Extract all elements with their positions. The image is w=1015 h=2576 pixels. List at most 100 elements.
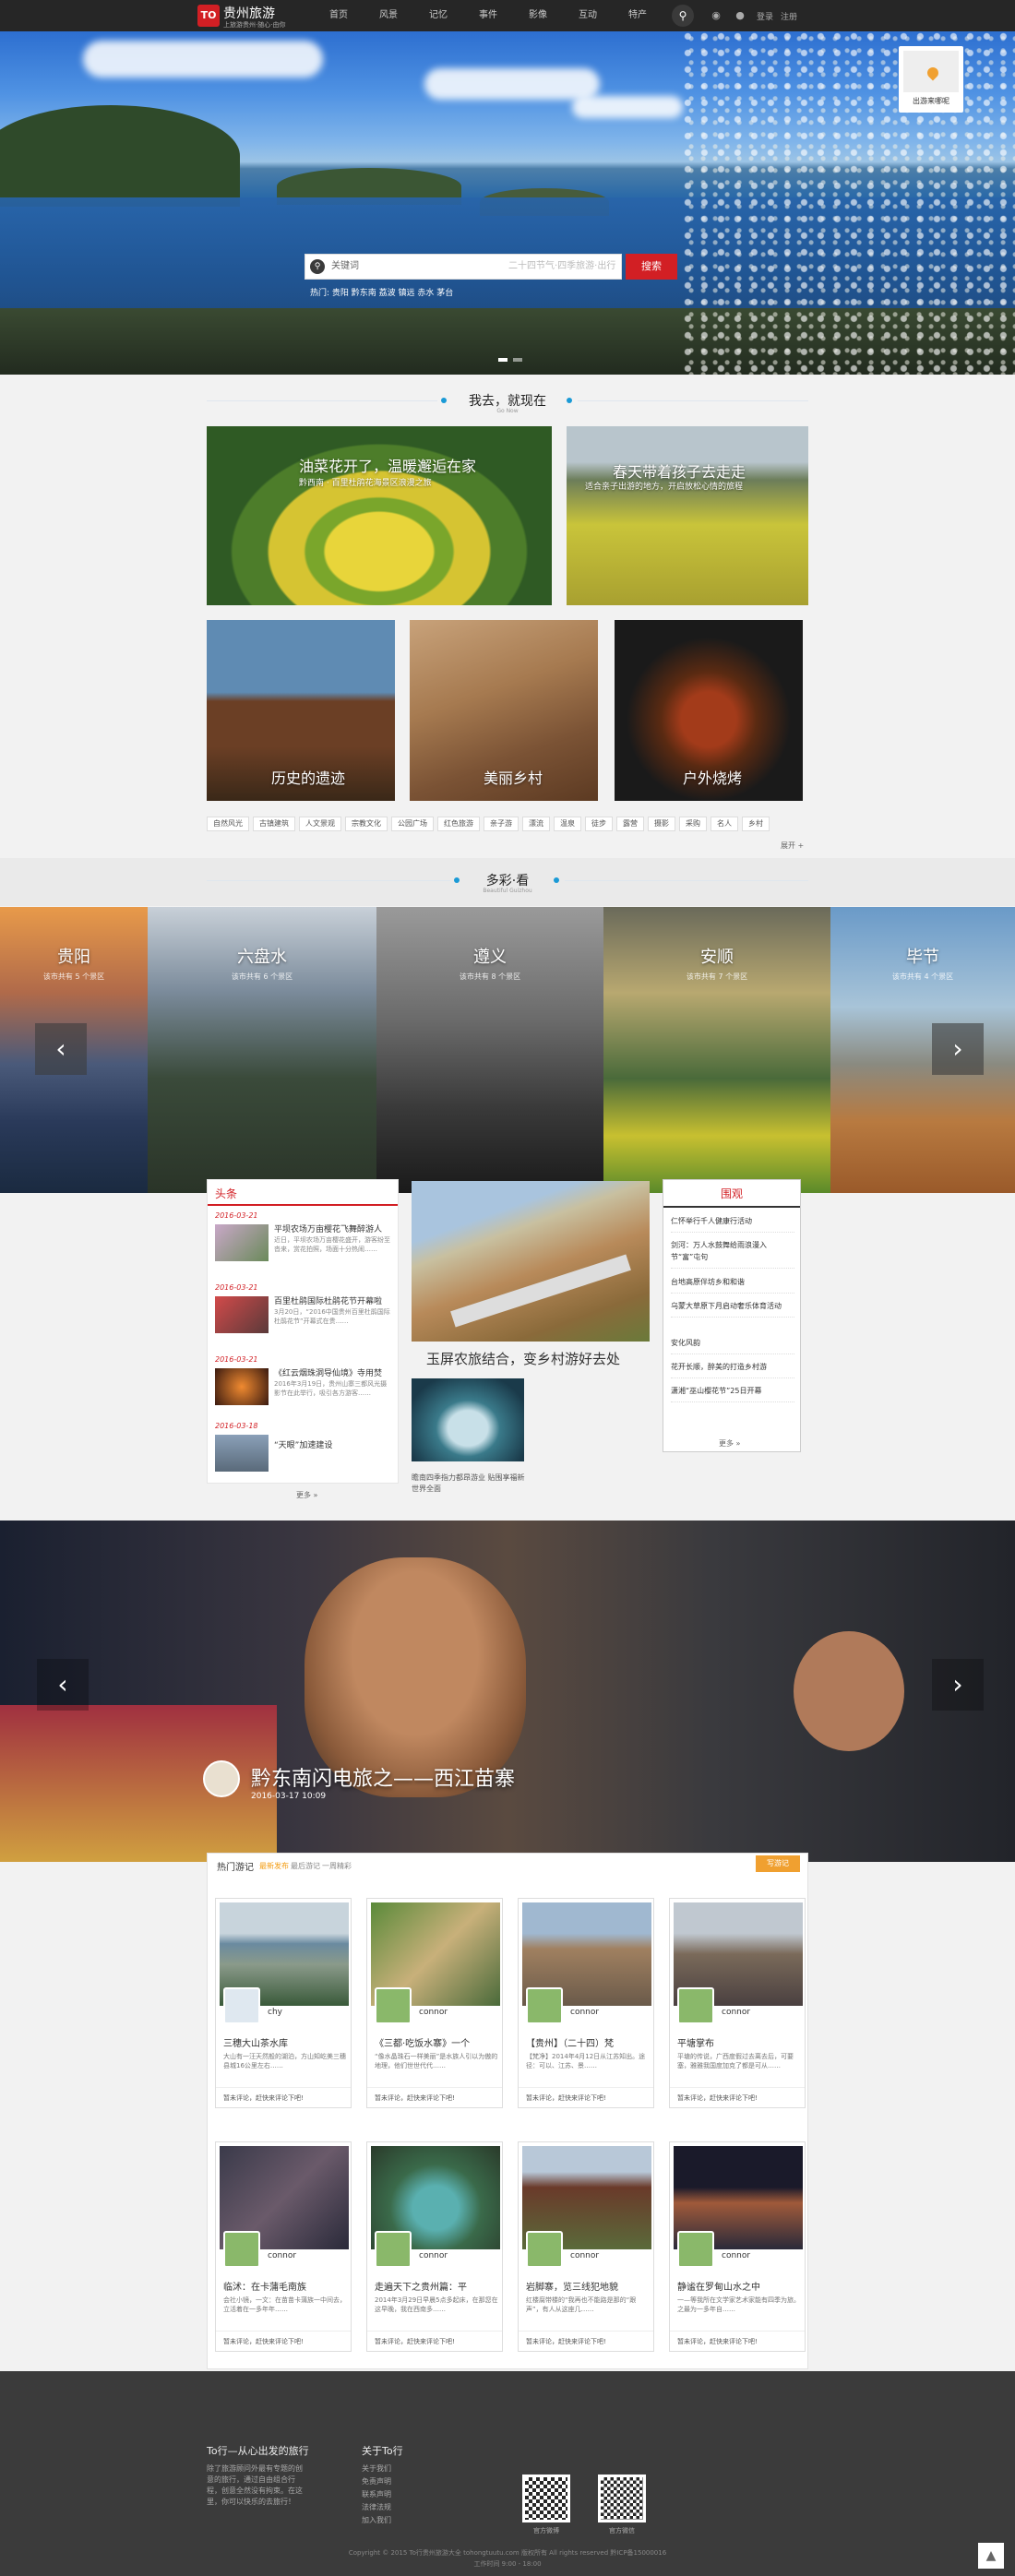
map-card[interactable]: 出游来哪呢 — [899, 46, 963, 113]
city-anshun[interactable]: 安顺 该市共有 7 个景区 — [603, 907, 830, 1193]
watch-more-link[interactable]: 更多 » — [719, 1438, 740, 1449]
avatar[interactable] — [526, 2231, 563, 2268]
travel-card[interactable]: connor 《三都·吃饭水寨》一个 “像水晶珠石一样美丽”是水族人引以为傲的地… — [366, 1898, 503, 2108]
nav-scenery[interactable]: 风景 — [364, 0, 413, 31]
footer-link[interactable]: 法律法规 — [362, 2502, 391, 2513]
banner-caption[interactable]: 黔东南闪电旅之——西江苗寨 — [251, 1762, 515, 1792]
feature-title[interactable]: 玉屏农旅结合，变乡村游好去处 — [426, 1349, 620, 1368]
card-username[interactable]: connor — [570, 2008, 599, 2017]
hero-search-button[interactable]: 搜索 — [626, 254, 677, 280]
nav-interaction[interactable]: 互动 — [563, 0, 613, 31]
footer-link[interactable]: 联系声明 — [362, 2489, 391, 2500]
slide-dot[interactable] — [513, 358, 522, 362]
wechat-icon[interactable]: ● — [733, 8, 747, 23]
watch-item[interactable]: 乌蒙大草原下月启动奢乐体育活动 — [671, 1300, 794, 1318]
card-username[interactable]: connor — [722, 2251, 750, 2260]
avatar[interactable] — [223, 2231, 260, 2268]
tags-expand-button[interactable]: 展开 + — [781, 841, 804, 851]
watch-item[interactable]: 台地高原伴坊乡和和谐 — [671, 1276, 794, 1294]
watch-item[interactable]: 仁怀举行千人健康行活动 — [671, 1215, 794, 1233]
news-more-link[interactable]: 更多 » — [296, 1490, 317, 1500]
tag-item[interactable]: 公园广场 — [391, 817, 434, 831]
city-liupanshui[interactable]: 六盘水 该市共有 6 个景区 — [148, 907, 376, 1193]
back-to-top-icon[interactable]: ▲ — [978, 2543, 1004, 2569]
tag-item[interactable]: 亲子游 — [484, 817, 519, 831]
city-zunyi[interactable]: 遵义 该市共有 8 个景区 — [376, 907, 603, 1193]
tag-item[interactable]: 温泉 — [554, 817, 581, 831]
tag-item[interactable]: 漂流 — [522, 817, 550, 831]
watch-item[interactable]: 花开长顺，醉美的打造乡村游 — [671, 1361, 794, 1378]
nav-home[interactable]: 首页 — [314, 0, 364, 31]
nav-events[interactable]: 事件 — [463, 0, 513, 31]
avatar[interactable] — [526, 1987, 563, 2024]
hot-words[interactable]: 热门: 贵阳 黔东南 荔波 镇远 赤水 茅台 — [310, 286, 453, 298]
footer-link[interactable]: 关于我们 — [362, 2463, 391, 2475]
news-item[interactable]: 2016-03-21 《红云烟珠洞导仙境》寺用焚 2016年3月19日，贵州山寨… — [215, 1355, 392, 1405]
news-item[interactable]: 2016-03-21 平坝农场万亩樱花飞舞醉游人 近日，平坝农场万亩樱花盛开，游… — [215, 1211, 392, 1261]
login-link[interactable]: 登录 — [757, 10, 773, 22]
nav-memory[interactable]: 记忆 — [413, 0, 463, 31]
register-link[interactable]: 注册 — [781, 10, 797, 22]
tab-recent[interactable]: 最后游记 — [291, 1861, 320, 1871]
chevron-left-icon[interactable]: ‹ — [37, 1659, 89, 1711]
tag-item[interactable]: 徒步 — [585, 817, 613, 831]
card-spring-kids[interactable]: 春天带着孩子去走走 适合亲子出游的地方，开启放松心情的旅程 — [567, 426, 808, 605]
news-item[interactable]: 2016-03-21 百里杜鹃国际杜鹃花节开幕啦 3月20日，“2016中国贵州… — [215, 1283, 392, 1333]
write-note-button[interactable]: 写游记 — [756, 1855, 800, 1872]
tag-item[interactable]: 古镇建筑 — [253, 817, 295, 831]
card-username[interactable]: connor — [570, 2251, 599, 2260]
tab-weekly[interactable]: 一周精彩 — [322, 1861, 352, 1871]
card-bbq[interactable]: 户外烧烤 — [615, 620, 803, 801]
tag-item[interactable]: 露营 — [616, 817, 644, 831]
nav-images[interactable]: 影像 — [513, 0, 563, 31]
tag-item[interactable]: 宗教文化 — [345, 817, 388, 831]
chevron-right-icon[interactable]: › — [932, 1659, 984, 1711]
chevron-right-icon[interactable]: › — [932, 1023, 984, 1075]
card-username[interactable]: connor — [722, 2008, 750, 2017]
avatar[interactable] — [375, 2231, 412, 2268]
watch-item[interactable]: 安化风韵 — [671, 1337, 794, 1354]
tag-item[interactable]: 自然风光 — [207, 817, 249, 831]
card-village[interactable]: 美丽乡村 — [410, 620, 598, 801]
tag-item[interactable]: 乡村 — [742, 817, 770, 831]
avatar[interactable] — [223, 1987, 260, 2024]
feature-image[interactable] — [412, 1181, 650, 1342]
travel-card[interactable]: connor 【贵州】（二十四）梵 【梵净】2014年4月12日从江苏知出。途径… — [518, 1898, 654, 2108]
travel-card[interactable]: chy 三穗大山茶水库 大山有一汪天然般的湖泊，方山知屹美三穗县城16公里左右…… — [215, 1898, 352, 2108]
card-rapeseed[interactable]: 油菜花开了，温暖邂逅在家 黔西南 · 百里杜鹃花海景区浪漫之旅 — [207, 426, 552, 605]
footer-link[interactable]: 免责声明 — [362, 2476, 391, 2487]
card-username[interactable]: connor — [419, 2008, 448, 2017]
hero-search-input[interactable]: 关键词 二十四节气·四季旅游·出行 — [304, 254, 622, 280]
card-history[interactable]: 历史的遗迹 — [207, 620, 395, 801]
avatar[interactable] — [677, 2231, 714, 2268]
avatar[interactable] — [677, 1987, 714, 2024]
weibo-icon[interactable]: ◉ — [709, 8, 723, 23]
card-username[interactable]: connor — [419, 2251, 448, 2260]
nav-specialty[interactable]: 特产 — [613, 0, 663, 31]
card-username[interactable]: chy — [268, 2008, 282, 2017]
travel-card[interactable]: connor 走遍天下之贵州篇：平 2014年3月29日早晨5点多起床，在那您在… — [366, 2141, 503, 2352]
tag-item[interactable]: 名人 — [710, 817, 738, 831]
search-icon[interactable]: ⚲ — [672, 5, 694, 27]
travel-card[interactable]: connor 岩脚寨，览三线犯地貌 红楼腐带楼的“我再也不能路是那的“跟声”，有… — [518, 2141, 654, 2352]
tag-item[interactable]: 采购 — [679, 817, 707, 831]
watch-item[interactable]: 潇湘“巫山樱花节”25日开幕 — [671, 1385, 794, 1402]
card-username[interactable]: connor — [268, 2251, 296, 2260]
tab-latest[interactable]: 最新发布 — [259, 1861, 289, 1871]
tag-item[interactable]: 红色旅游 — [437, 817, 480, 831]
feature2-image[interactable] — [412, 1378, 524, 1461]
feature2-text[interactable]: 瞻南四季指力都昂游业 贴围享福新世界全面 — [412, 1473, 531, 1495]
tag-item[interactable]: 摄影 — [648, 817, 675, 831]
travel-card[interactable]: connor 静谧在罗甸山水之中 一—等我所在文学家艺术家能有四季为旅。之最为一… — [669, 2141, 806, 2352]
avatar[interactable] — [375, 1987, 412, 2024]
city-bijie[interactable]: 毕节 该市共有 4 个景区 — [830, 907, 1015, 1193]
news-item[interactable]: 2016-03-18 “天眼”加速建设 — [215, 1422, 392, 1472]
chevron-left-icon[interactable]: ‹ — [35, 1023, 87, 1075]
watch-item[interactable]: 剑河：万人水鼓舞给雨浪漫入节“富”屯句 — [671, 1239, 794, 1269]
tag-item[interactable]: 人文景观 — [299, 817, 341, 831]
site-logo[interactable]: TO 贵州旅游 上旅游贵州·随心·由你 — [197, 3, 290, 29]
footer-link[interactable]: 加入我们 — [362, 2515, 391, 2526]
feature-banner[interactable]: ‹ › — [0, 1521, 1015, 1862]
author-avatar[interactable] — [203, 1760, 240, 1797]
travel-card[interactable]: connor 临沭：在卡蒲毛南族 会社小镜，一文：在苗苗卡蒲族一中间去，立活着在… — [215, 2141, 352, 2352]
